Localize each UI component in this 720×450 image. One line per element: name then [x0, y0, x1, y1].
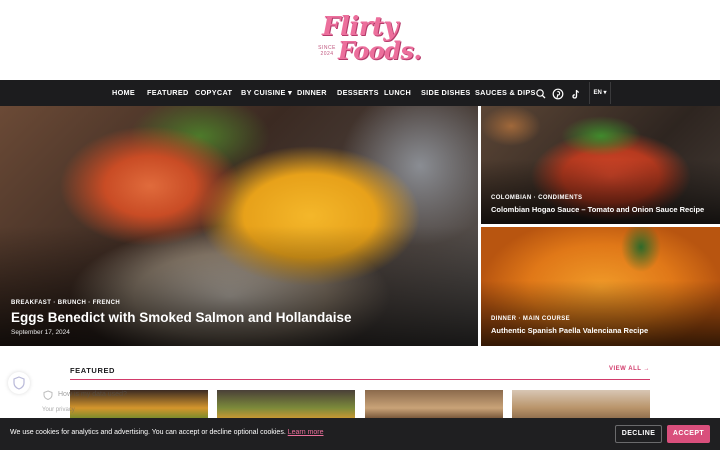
nav-item-featured[interactable]: FEATURED — [147, 80, 189, 106]
cookie-message-text: We use cookies for analytics and adverti… — [10, 429, 286, 436]
main-nav: HOME FEATURED COPYCAT BY CUISINE ▾ DINNE… — [0, 80, 720, 106]
site-logo[interactable]: Flirty Foods. SINCE 2024 — [312, 12, 422, 65]
hero-post-caption: DINNER · MAIN COURSE Authentic Spanish P… — [491, 316, 648, 335]
pinterest-icon[interactable] — [552, 87, 564, 100]
post-date: September 17, 2024 — [11, 329, 70, 336]
view-all-link[interactable]: VIEW ALL → — [609, 366, 650, 372]
privacy-badge[interactable] — [8, 372, 30, 394]
post-title[interactable]: Authentic Spanish Paella Valenciana Reci… — [491, 326, 648, 335]
nav-item-copycat[interactable]: COPYCAT — [195, 80, 232, 106]
search-icon[interactable] — [535, 87, 547, 99]
hero-post-paella[interactable]: DINNER · MAIN COURSE Authentic Spanish P… — [481, 227, 720, 346]
shield-icon — [13, 376, 25, 390]
decline-button[interactable]: DECLINE — [615, 425, 662, 443]
privacy-popup-title: How is my data used? — [58, 391, 127, 398]
post-title[interactable]: Eggs Benedict with Smoked Salmon and Hol… — [11, 310, 352, 325]
featured-card[interactable] — [512, 390, 650, 420]
hero-post-eggs-benedict[interactable]: BREAKFAST · BRUNCH · FRENCH Eggs Benedic… — [0, 106, 478, 346]
learn-more-link[interactable]: Learn more — [288, 429, 324, 436]
featured-card[interactable] — [217, 390, 355, 420]
cookie-message: We use cookies for analytics and adverti… — [10, 429, 324, 436]
nav-item-lunch[interactable]: LUNCH — [384, 80, 411, 106]
logo-wordmark-bottom: Foods. — [338, 36, 422, 65]
nav-item-dinner[interactable]: DINNER — [297, 80, 327, 106]
post-category: DINNER · MAIN COURSE — [491, 316, 571, 322]
privacy-popup: How is my data used? Your privacy — [38, 388, 138, 418]
nav-item-desserts[interactable]: DESSERTS — [337, 80, 379, 106]
logo-since-text: SINCE 2024 — [318, 45, 336, 57]
post-category: BREAKFAST · BRUNCH · FRENCH — [11, 300, 121, 306]
featured-card[interactable] — [365, 390, 503, 420]
hero-post-caption: BREAKFAST · BRUNCH · FRENCH Eggs Benedic… — [11, 300, 352, 336]
hero-post-hogao-sauce[interactable]: COLOMBIAN · CONDIMENTS Colombian Hogao S… — [481, 106, 720, 224]
hero-grid: BREAKFAST · BRUNCH · FRENCH Eggs Benedic… — [0, 106, 720, 346]
nav-item-side-dishes[interactable]: SIDE DISHES — [421, 80, 471, 106]
page: Flirty Foods. SINCE 2024 HOME FEATURED C… — [0, 0, 720, 450]
nav-item-by-cuisine[interactable]: BY CUISINE ▾ — [241, 80, 292, 106]
hero-post-caption: COLOMBIAN · CONDIMENTS Colombian Hogao S… — [491, 195, 704, 214]
featured-heading: FEATURED — [70, 366, 116, 375]
tiktok-icon[interactable] — [570, 87, 582, 99]
nav-item-sauces-dips[interactable]: SAUCES & DIPS — [475, 80, 536, 106]
nav-item-home[interactable]: HOME — [112, 80, 135, 106]
language-selector[interactable]: EN ▾ — [589, 82, 611, 104]
site-header: Flirty Foods. SINCE 2024 — [0, 0, 720, 80]
featured-section-header: FEATURED VIEW ALL → — [70, 364, 650, 380]
post-category: COLOMBIAN · CONDIMENTS — [491, 195, 583, 201]
post-title[interactable]: Colombian Hogao Sauce – Tomato and Onion… — [491, 205, 704, 214]
cookie-consent-bar: We use cookies for analytics and adverti… — [0, 418, 720, 450]
privacy-popup-body: Your privacy — [42, 407, 75, 413]
shield-icon — [43, 390, 53, 400]
accept-button[interactable]: ACCEPT — [667, 425, 710, 443]
